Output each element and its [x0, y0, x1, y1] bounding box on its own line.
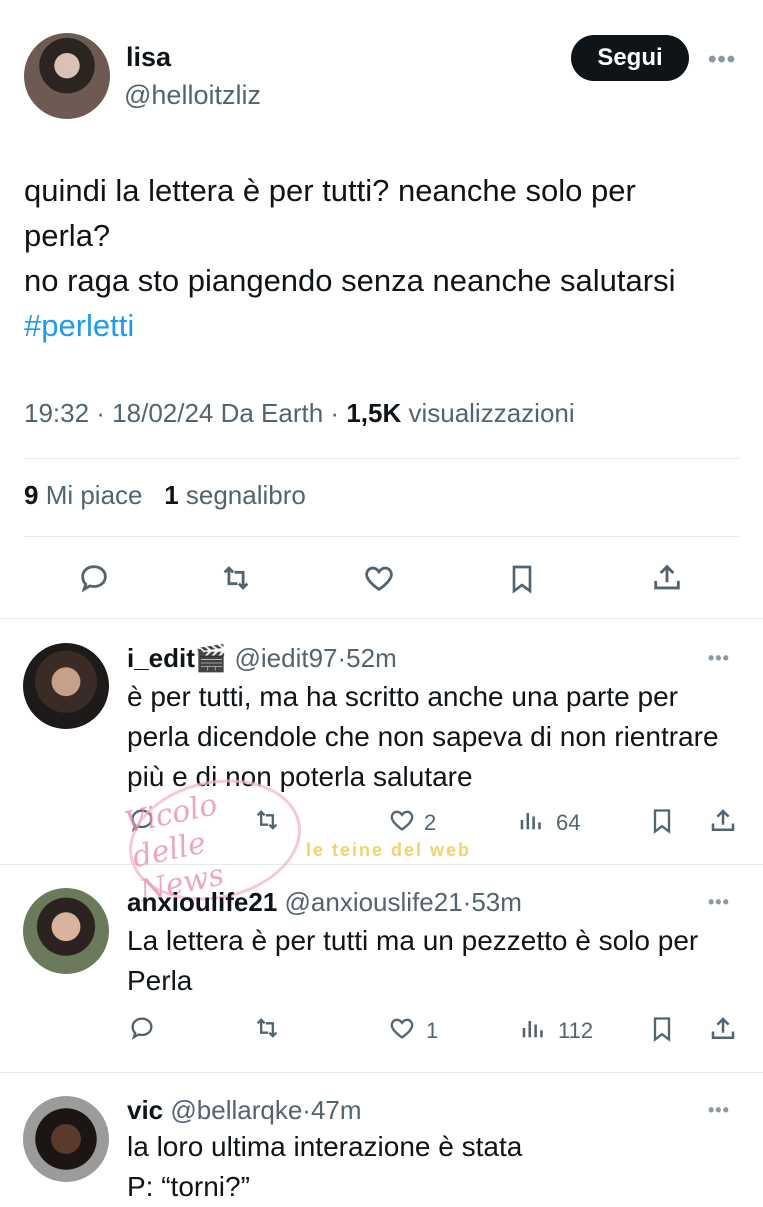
tweet-line-3: no raga sto piangendo senza neanche salu… — [24, 263, 676, 298]
author-name[interactable]: lisa — [126, 42, 171, 73]
follow-button[interactable]: Segui — [571, 35, 689, 81]
reply-text: La lettera è per tutti ma un pezzetto è … — [127, 925, 699, 996]
tweet-line-1: quindi la lettera è per tutti? neanche s… — [24, 173, 636, 208]
tweet-line-2: perla? — [24, 218, 111, 253]
reply-icon[interactable] — [77, 561, 111, 595]
reply-author-handle[interactable]: @bellarqke·47m — [163, 1095, 361, 1125]
bookmark-icon[interactable] — [648, 1014, 676, 1044]
bookmarks-stat[interactable]: 1 segnalibro — [164, 480, 306, 510]
reply-icon[interactable] — [128, 806, 156, 834]
more-options-icon[interactable]: ••• — [708, 648, 730, 669]
views-count: 64 — [556, 810, 581, 835]
likes-stat[interactable]: 9 Mi piace — [24, 480, 143, 510]
tweet-meta: 19:32 · 18/02/24 Da Earth · 1,5K visuali… — [24, 398, 575, 429]
bookmark-icon[interactable] — [648, 806, 676, 836]
heart-icon[interactable] — [387, 806, 417, 834]
reply-header: anxioulife21 @anxiouslife21·53m — [127, 887, 522, 918]
engagement-stats: 9 Mi piace 1 segnalibro — [24, 480, 306, 511]
more-options-icon[interactable]: ••• — [708, 1100, 730, 1121]
share-icon[interactable] — [650, 561, 684, 595]
reply-author-handle[interactable]: @anxiouslife21·53m — [277, 887, 522, 917]
like-count: 2 — [424, 810, 437, 835]
divider — [24, 536, 740, 537]
heart-icon[interactable] — [361, 561, 397, 595]
tweet-text: quindi la lettera è per tutti? neanche s… — [24, 168, 744, 348]
more-options-icon[interactable]: ••• — [708, 892, 730, 913]
divider — [0, 618, 763, 619]
retweet-icon[interactable] — [252, 1014, 282, 1042]
tweet-timestamp[interactable]: 19:32 · 18/02/24 Da Earth · — [24, 398, 346, 428]
reply-author-handle[interactable]: @iedit97·52m — [227, 643, 397, 673]
watermark-band: le teine del web — [306, 840, 472, 860]
avatar[interactable] — [24, 33, 110, 119]
share-icon[interactable] — [708, 1014, 738, 1044]
avatar[interactable] — [23, 643, 109, 729]
retweet-icon[interactable] — [252, 806, 282, 834]
avatar[interactable] — [23, 888, 109, 974]
retweet-icon[interactable] — [218, 561, 254, 595]
reply-author-name[interactable]: anxioulife21 — [127, 887, 277, 917]
more-options-icon[interactable]: ••• — [708, 46, 736, 74]
reply-header: i_edit🎬 @iedit97·52m — [127, 643, 397, 674]
likes-label: Mi piace — [38, 480, 143, 510]
views-count: 1,5K — [346, 398, 402, 428]
likes-count: 9 — [24, 480, 39, 510]
bookmarks-count: 1 — [164, 480, 179, 510]
hashtag-link[interactable]: #perletti — [24, 303, 744, 348]
reply-icon[interactable] — [128, 1014, 156, 1042]
views-icon[interactable] — [516, 806, 544, 834]
views-label: visualizzazioni — [401, 398, 575, 428]
share-icon[interactable] — [708, 806, 738, 836]
like-count: 1 — [426, 1018, 439, 1043]
views-count: 112 — [558, 1018, 594, 1043]
views-icon[interactable] — [518, 1014, 546, 1042]
bookmark-icon[interactable] — [506, 561, 538, 597]
reply-author-name[interactable]: vic — [127, 1095, 163, 1125]
divider — [0, 1072, 763, 1073]
divider — [24, 458, 740, 459]
reply-text: la loro ultima interazione è stata P: “t… — [127, 1131, 523, 1202]
reply-header: vic @bellarqke·47m — [127, 1095, 362, 1126]
reply-author-name[interactable]: i_edit🎬 — [127, 643, 227, 673]
divider — [0, 864, 763, 865]
heart-icon[interactable] — [387, 1014, 417, 1042]
bookmarks-label: segnalibro — [178, 480, 306, 510]
reply-text: è per tutti, ma ha scritto anche una par… — [127, 681, 719, 792]
avatar[interactable] — [23, 1096, 109, 1182]
author-handle[interactable]: @helloitzliz — [124, 80, 261, 111]
